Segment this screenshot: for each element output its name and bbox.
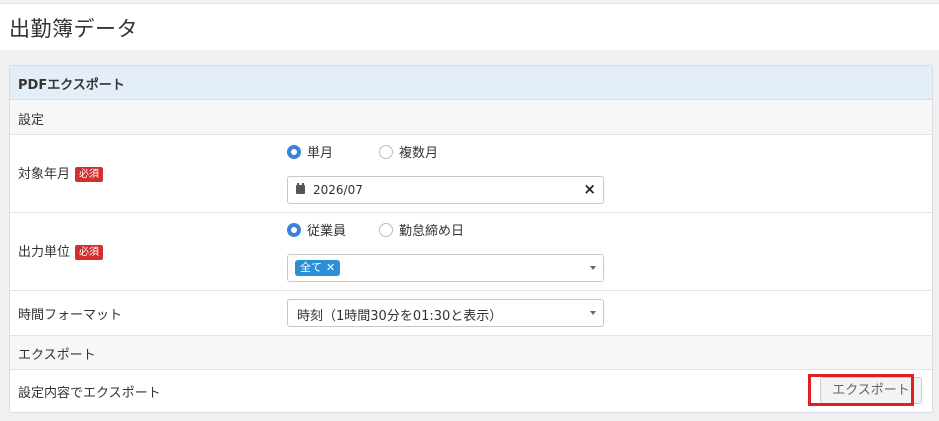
highlight-box: [808, 374, 914, 406]
output-unit-label-text: 出力単位: [18, 245, 71, 260]
radio-checked-icon: [287, 144, 301, 159]
export-row-label: 設定内容でエクスポート: [18, 386, 161, 401]
radio-closing-date[interactable]: 勤怠締め日: [379, 220, 464, 239]
radio-employee[interactable]: 従業員: [287, 220, 346, 239]
radio-single-month[interactable]: 単月: [287, 142, 333, 161]
output-unit-multiselect[interactable]: 全て ✕: [287, 254, 604, 282]
calendar-icon: [296, 183, 305, 194]
radio-closing-date-label: 勤怠締め日: [399, 224, 465, 239]
output-unit-row: 出力単位 必須 従業員 勤怠締め日 全て ✕: [10, 213, 932, 291]
required-badge: 必須: [75, 167, 104, 182]
required-badge: 必須: [75, 245, 104, 260]
settings-section-header: 設定: [10, 100, 932, 135]
tag-label: 全て: [300, 261, 322, 274]
radio-unchecked-icon: [379, 222, 393, 237]
panel-header: PDFエクスポート: [10, 66, 932, 100]
radio-single-month-label: 単月: [307, 146, 334, 161]
target-month-row: 対象年月 必須 単月 複数月 2026/07 ×: [10, 135, 932, 213]
target-month-date-input[interactable]: 2026/07 ×: [287, 176, 604, 204]
radio-multi-month[interactable]: 複数月: [379, 142, 438, 161]
time-format-label: 時間フォーマット: [18, 308, 123, 323]
pdf-export-panel: PDFエクスポート 設定 対象年月 必須 単月 複数月 2026/07 × 出力単…: [9, 65, 933, 413]
radio-multi-month-label: 複数月: [399, 146, 439, 161]
page-title: 出勤簿データ: [9, 17, 138, 41]
target-month-label: 対象年月 必須: [18, 163, 104, 182]
page-header: 出勤簿データ: [0, 4, 939, 50]
radio-employee-label: 従業員: [307, 224, 347, 239]
radio-checked-icon: [287, 222, 301, 237]
selected-tag-all[interactable]: 全て ✕: [295, 260, 341, 276]
target-month-label-text: 対象年月: [18, 167, 71, 182]
tag-remove-icon[interactable]: ✕: [326, 261, 335, 274]
time-format-row: 時間フォーマット 時刻（1時間30分を01:30と表示）: [10, 291, 932, 336]
chevron-down-icon: [590, 266, 596, 270]
radio-unchecked-icon: [379, 144, 393, 159]
panel-title: PDFエクスポート: [18, 78, 125, 93]
chevron-down-icon: [590, 311, 596, 315]
export-section-label: エクスポート: [18, 348, 96, 363]
target-month-date-value: 2026/07: [313, 183, 363, 197]
export-row: 設定内容でエクスポート エクスポート: [10, 370, 932, 412]
time-format-select[interactable]: 時刻（1時間30分を01:30と表示）: [287, 299, 604, 327]
output-unit-label: 出力単位 必須: [18, 241, 104, 260]
settings-section-label: 設定: [18, 113, 45, 128]
close-icon[interactable]: ×: [583, 180, 596, 198]
time-format-value: 時刻（1時間30分を01:30と表示）: [297, 309, 503, 324]
export-section-header: エクスポート: [10, 336, 932, 370]
